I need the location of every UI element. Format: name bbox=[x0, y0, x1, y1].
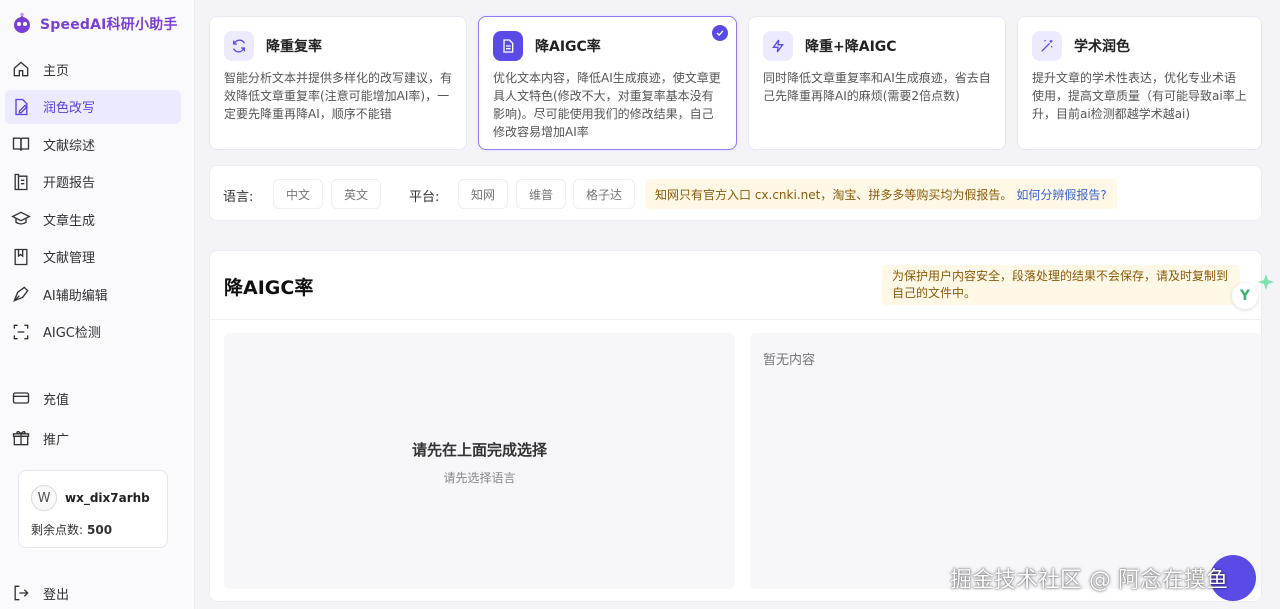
sidebar-item-label: 润色改写 bbox=[43, 101, 96, 116]
language-option-english[interactable]: 英文 bbox=[331, 179, 382, 209]
card-icon-wrap bbox=[763, 31, 793, 61]
user-card: W wx_dix7arhb 剩余点数: 500 bbox=[18, 470, 168, 548]
mode-card-academic-polish[interactable]: 学术润色 提升文章的学术性表达，优化专业术语使用，提高文章质量（有可能导致ai率… bbox=[1017, 16, 1262, 150]
language-option-chinese[interactable]: 中文 bbox=[273, 179, 324, 209]
options-bar: 语言: 中文 英文 平台: 知网 维普 格子达 知网只有官方入口 cx.cnki… bbox=[209, 165, 1262, 221]
home-icon bbox=[13, 61, 29, 77]
app-name: SpeedAI科研小助手 bbox=[40, 17, 178, 33]
pen-icon bbox=[13, 286, 29, 302]
sidebar-item-polish[interactable]: 润色改写 bbox=[5, 89, 181, 124]
sidebar-item-aigc-detection[interactable]: AIGC检测 bbox=[5, 315, 181, 349]
app-logo[interactable]: SpeedAI科研小助手 bbox=[10, 12, 178, 36]
input-pane[interactable]: 请先在上面完成选择 请先选择语言 bbox=[224, 333, 735, 589]
input-placeholder-subtitle: 请先选择语言 bbox=[443, 471, 516, 485]
scan-icon bbox=[13, 324, 29, 339]
logout-button[interactable]: 登出 bbox=[5, 576, 181, 609]
sidebar-item-literature-review[interactable]: 文献综述 bbox=[5, 127, 181, 161]
mode-card-combo[interactable]: 降重+降AIGC 同时降低文章重复率和AI生成痕迹，省去自己先降重再降AI的麻烦… bbox=[748, 16, 1006, 150]
card-description: 智能分析文本并提供多样化的改写建议，有效降低文章重复率(注意可能增加AI率)，一… bbox=[224, 71, 453, 121]
card-icon-wrap bbox=[493, 31, 523, 61]
divider bbox=[210, 319, 1261, 320]
selected-check-icon bbox=[712, 25, 728, 41]
card-description: 提升文章的学术性表达，优化专业术语使用，提高文章质量（有可能导致ai率上升，目前… bbox=[1032, 71, 1247, 121]
gift-icon bbox=[12, 430, 30, 446]
card-title: 降AIGC率 bbox=[535, 39, 601, 55]
platform-label: 平台: bbox=[409, 190, 440, 205]
magic-wand-icon bbox=[1041, 40, 1053, 52]
platform-option-vip[interactable]: 维普 bbox=[516, 179, 567, 209]
input-placeholder-title: 请先在上面完成选择 bbox=[411, 441, 547, 459]
avatar[interactable]: W bbox=[31, 485, 57, 511]
mode-card-reduce-aigc[interactable]: 降AIGC率 优化文本内容，降低AI生成痕迹，使文章更具人文特色(修改不大，对重… bbox=[478, 16, 737, 150]
card-icon-wrap bbox=[1032, 31, 1062, 61]
safety-notice: 为保护用户内容安全，段落处理的结果不会保存，请及时复制到自己的文件中。 bbox=[882, 265, 1240, 305]
bookmark-icon bbox=[14, 248, 28, 265]
sidebar-item-label: 主页 bbox=[43, 63, 70, 79]
fake-report-notice: 知网只有官方入口 cx.cnki.net，淘宝、拼多多等购买均为假报告。 如何分… bbox=[645, 179, 1117, 209]
logout-area: 登出 bbox=[5, 576, 181, 609]
card-icon bbox=[12, 392, 30, 404]
sidebar-item-label: AIGC检测 bbox=[43, 326, 101, 341]
card-description: 优化文本内容，降低AI生成痕迹，使文章更具人文特色(修改不大，对重复率基本没有影… bbox=[493, 71, 721, 139]
card-title: 学术润色 bbox=[1074, 39, 1130, 55]
sidebar-item-recharge[interactable]: 充值 bbox=[5, 381, 181, 415]
secondary-nav: 充值 推广 bbox=[5, 381, 181, 461]
sidebar-item-proposal[interactable]: 开题报告 bbox=[5, 165, 181, 199]
points-label: 剩余点数: bbox=[31, 523, 84, 537]
sidebar-item-promotion[interactable]: 推广 bbox=[5, 421, 181, 455]
sidebar-item-label: AI辅助编辑 bbox=[43, 288, 108, 304]
platform-option-gezida[interactable]: 格子达 bbox=[573, 179, 636, 209]
sidebar-item-label: 文章生成 bbox=[43, 213, 96, 229]
sidebar-item-label: 文献综述 bbox=[43, 138, 96, 154]
username: wx_dix7arhb bbox=[65, 491, 150, 505]
workspace-panel: 降AIGC率 为保护用户内容安全，段落处理的结果不会保存，请及时复制到自己的文件… bbox=[209, 250, 1262, 602]
refresh-icon bbox=[233, 39, 245, 53]
assistant-float-button[interactable]: Y bbox=[1232, 283, 1258, 309]
sidebar-item-label: 开题报告 bbox=[43, 176, 96, 191]
sidebar-item-label: 充值 bbox=[43, 392, 70, 408]
card-icon-wrap bbox=[224, 31, 254, 61]
points-value: 500 bbox=[87, 523, 113, 537]
card-title: 降重+降AIGC bbox=[805, 39, 897, 55]
sidebar: SpeedAI科研小助手 主页 润色改写 文献综述 开题报告 文章生成 文献管理 bbox=[0, 0, 195, 609]
logout-icon bbox=[14, 585, 29, 601]
document-icon bbox=[503, 39, 514, 53]
sidebar-item-label: 推广 bbox=[43, 432, 70, 448]
output-pane: 暂无内容 bbox=[750, 333, 1261, 589]
sidebar-item-home[interactable]: 主页 bbox=[5, 52, 181, 86]
watermark: 掘金技术社区 @ 阿念在摸鱼 bbox=[950, 568, 1228, 593]
book-icon bbox=[12, 137, 30, 151]
main-nav: 主页 润色改写 文献综述 开题报告 文章生成 文献管理 AI辅助编辑 AIGC检… bbox=[5, 52, 181, 352]
notice-text: 知网只有官方入口 cx.cnki.net，淘宝、拼多多等购买均为假报告。 bbox=[655, 187, 1013, 202]
card-description: 同时降低文章重复率和AI生成痕迹，省去自己先降重再降AI的麻烦(需要2倍点数) bbox=[763, 71, 991, 103]
sidebar-item-ai-editing[interactable]: AI辅助编辑 bbox=[5, 277, 181, 311]
output-empty-text: 暂无内容 bbox=[763, 353, 816, 368]
edit-doc-icon bbox=[15, 98, 28, 115]
platform-option-cnki[interactable]: 知网 bbox=[458, 179, 509, 209]
mode-card-reduce-duplication[interactable]: 降重复率 智能分析文本并提供多样化的改写建议，有效降低文章重复率(注意可能增加A… bbox=[209, 16, 467, 150]
language-label: 语言: bbox=[223, 190, 254, 205]
report-icon bbox=[14, 173, 28, 190]
logout-label: 登出 bbox=[43, 587, 70, 603]
sidebar-item-article-generation[interactable]: 文章生成 bbox=[5, 202, 181, 236]
card-title: 降重复率 bbox=[266, 39, 322, 55]
points-display: 剩余点数: 500 bbox=[31, 521, 155, 538]
sidebar-item-label: 文献管理 bbox=[43, 251, 96, 266]
lightning-icon bbox=[772, 39, 784, 53]
sidebar-item-literature-management[interactable]: 文献管理 bbox=[5, 240, 181, 274]
logo-icon bbox=[14, 12, 30, 33]
graduation-cap-icon bbox=[11, 211, 31, 225]
panel-title: 降AIGC率 bbox=[224, 277, 314, 299]
fake-report-help-link[interactable]: 如何分辨假报告? bbox=[1016, 186, 1106, 203]
